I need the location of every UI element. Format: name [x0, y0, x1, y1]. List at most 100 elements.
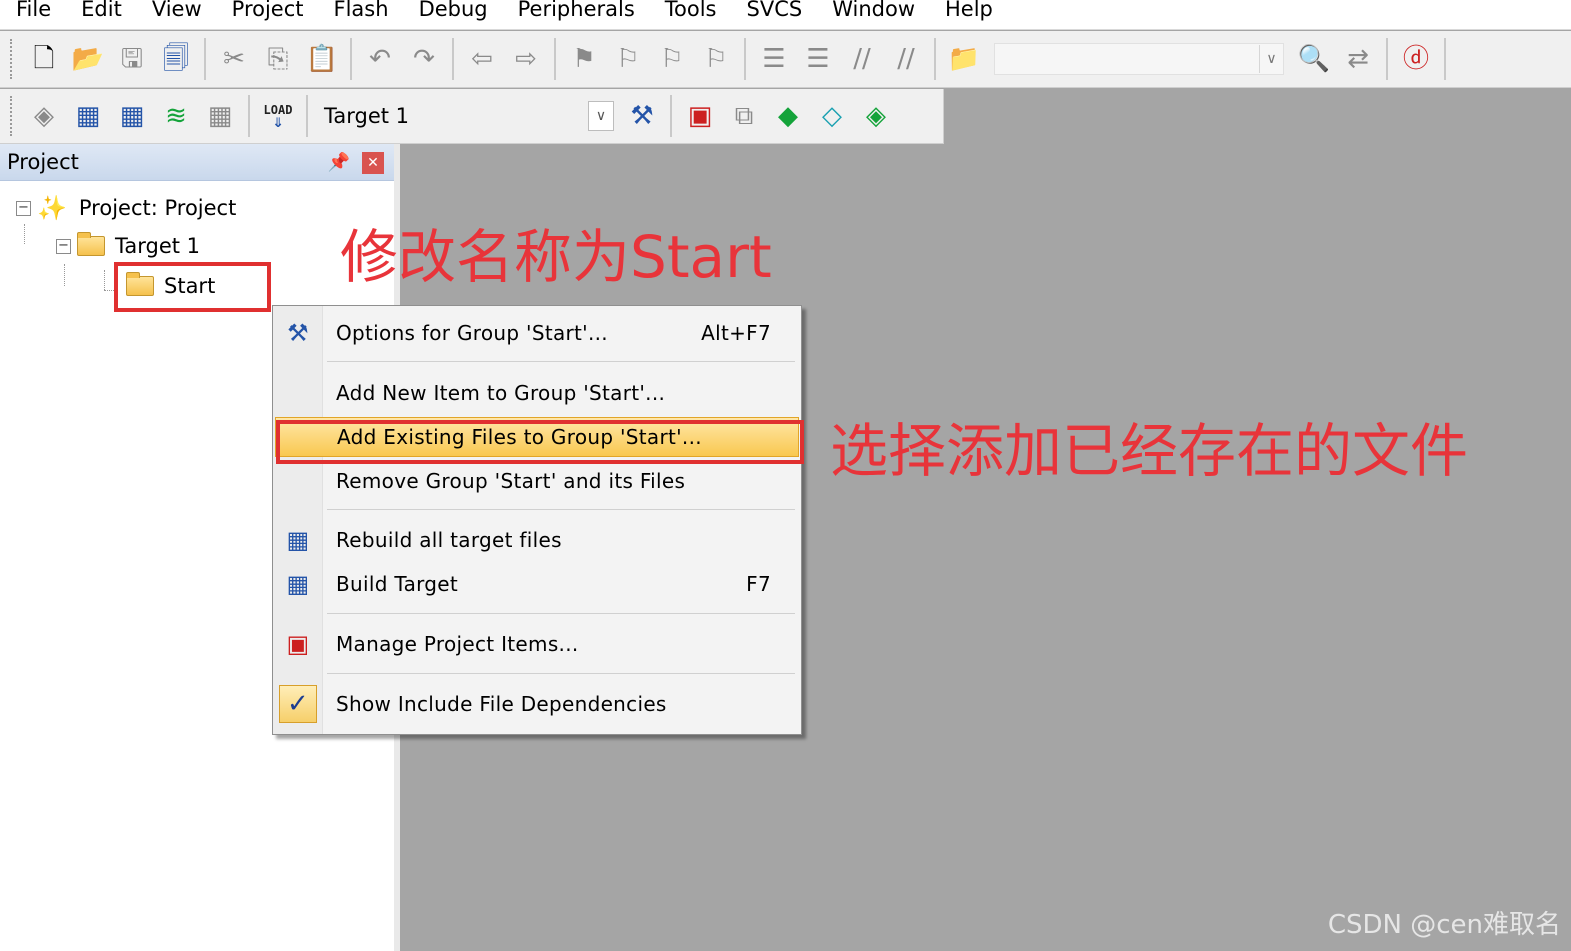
project-panel-header: Project 📌 ✕: [0, 144, 394, 181]
tree-line: [104, 270, 105, 290]
menu-item-manage-project-items[interactable]: ▣ Manage Project Items...: [273, 624, 801, 664]
add-existing-highlight-box: [276, 420, 804, 464]
menu-window[interactable]: Window: [832, 0, 915, 20]
indent-icon[interactable]: ☰: [752, 37, 796, 81]
menu-item-rebuild-all[interactable]: ▦ Rebuild all target files: [273, 520, 801, 560]
chevron-down-icon[interactable]: ∨: [1259, 45, 1283, 73]
tree-item-label: Project: Project: [78, 196, 237, 220]
menu-file[interactable]: File: [16, 0, 51, 20]
manage-rte-icon[interactable]: ◇: [810, 94, 854, 138]
start-highlight-box: [114, 262, 271, 312]
search-combo[interactable]: ∨: [994, 43, 1284, 75]
annotation-select-existing: 选择添加已经存在的文件: [830, 417, 1469, 485]
menu-separator: [327, 361, 795, 362]
menu-svcs[interactable]: SVCS: [747, 0, 803, 20]
menu-bar: File Edit View Project Flash Debug Perip…: [0, 0, 1571, 30]
manage-project-icon[interactable]: ▣: [678, 94, 722, 138]
toolbar-separator: [306, 95, 308, 137]
software-packs-icon[interactable]: ◈: [854, 94, 898, 138]
select-packs-icon[interactable]: ⧉: [722, 94, 766, 138]
menu-help[interactable]: Help: [945, 0, 993, 20]
menu-item-options-for-group[interactable]: ⚒ Options for Group 'Start'... Alt+F7: [273, 313, 801, 353]
pin-icon[interactable]: 📌: [328, 152, 350, 173]
menu-project[interactable]: Project: [232, 0, 304, 20]
chevron-down-icon[interactable]: ∨: [588, 101, 614, 131]
target-options-icon[interactable]: ⚒: [620, 94, 664, 138]
rebuild-icon[interactable]: ▦: [110, 94, 154, 138]
build-icon[interactable]: ▦: [66, 94, 110, 138]
options-wand-icon: ⚒: [287, 319, 309, 347]
bookmark-prev-icon[interactable]: ⚐: [606, 37, 650, 81]
menu-view[interactable]: View: [152, 0, 202, 20]
copy-icon[interactable]: ⎘: [256, 37, 300, 81]
open-folder-icon[interactable]: 📂: [66, 37, 110, 81]
menu-debug[interactable]: Debug: [419, 0, 488, 20]
bookmark-icon[interactable]: ⚑: [562, 37, 606, 81]
checkmark-icon: ✓: [273, 684, 323, 724]
toolbar-separator: [248, 95, 250, 137]
menu-flash[interactable]: Flash: [334, 0, 389, 20]
comment-icon[interactable]: //: [840, 37, 884, 81]
find-in-files-icon[interactable]: 📁: [942, 37, 986, 81]
rebuild-icon: ▦: [286, 526, 310, 554]
load-icon[interactable]: LOAD ⇓: [256, 94, 300, 138]
pack-installer-icon[interactable]: ◆: [766, 94, 810, 138]
menu-item-label: Add New Item to Group 'Start'...: [336, 381, 666, 405]
menu-item-shortcut: Alt+F7: [701, 321, 771, 345]
menu-peripherals[interactable]: Peripherals: [518, 0, 635, 20]
toolbar-separator: [204, 38, 206, 80]
cut-icon[interactable]: ✂: [212, 37, 256, 81]
blank-icon: [273, 461, 323, 501]
menu-item-show-include-deps[interactable]: ✓ Show Include File Dependencies: [273, 684, 801, 724]
menu-item-remove-group[interactable]: Remove Group 'Start' and its Files: [273, 461, 801, 501]
save-all-icon[interactable]: 🗐: [154, 37, 198, 81]
menu-item-build-target[interactable]: ▦ Build Target F7: [273, 564, 801, 604]
translate-icon[interactable]: ◈: [22, 94, 66, 138]
toolbar-separator: [554, 38, 556, 80]
annotation-rename: 修改名称为Start: [340, 223, 772, 291]
blank-icon: [273, 373, 323, 413]
menu-item-label: Show Include File Dependencies: [336, 692, 667, 716]
toolbar-separator: [1444, 38, 1446, 80]
build-toolbar: ◈ ▦ ▦ ≋ ▦ LOAD ⇓ Target 1 ∨ ⚒ ▣ ⧉ ◆ ◇ ◈: [0, 89, 944, 144]
target-select[interactable]: Target 1 ∨: [314, 98, 614, 134]
close-icon[interactable]: ✕: [362, 152, 384, 174]
tree-item-project[interactable]: − ✨ Project: Project: [16, 194, 236, 222]
batch-build-icon[interactable]: ≋: [154, 94, 198, 138]
back-icon[interactable]: ⇦: [460, 37, 504, 81]
file-toolbar: 🗋 📂 🖫 🗐 ✂ ⎘ 📋 ↶ ↷ ⇦ ⇨ ⚑ ⚐ ⚐ ⚐ ☰ ☰ // // …: [0, 31, 1571, 88]
tree-item-label: Target 1: [115, 234, 201, 258]
collapse-icon[interactable]: −: [16, 200, 31, 216]
menu-edit[interactable]: Edit: [81, 0, 122, 20]
bookmark-clear-icon[interactable]: ⚐: [694, 37, 738, 81]
toolbar-grip[interactable]: [10, 96, 14, 136]
find-icon[interactable]: 🔍: [1292, 37, 1336, 81]
menu-item-label: Build Target: [336, 572, 459, 596]
uncomment-icon[interactable]: //: [884, 37, 928, 81]
incremental-find-icon[interactable]: ⇄: [1336, 37, 1380, 81]
save-icon[interactable]: 🖫: [110, 37, 154, 81]
menu-item-shortcut: F7: [746, 572, 771, 596]
toolbar-separator: [1386, 38, 1388, 80]
menu-item-add-new-item[interactable]: Add New Item to Group 'Start'...: [273, 373, 801, 413]
folder-open-icon: [77, 232, 105, 256]
stop-build-icon[interactable]: ▦: [198, 94, 242, 138]
tree-item-target[interactable]: − Target 1: [56, 232, 201, 258]
unindent-icon[interactable]: ☰: [796, 37, 840, 81]
redo-icon[interactable]: ↷: [402, 37, 446, 81]
forward-icon[interactable]: ⇨: [504, 37, 548, 81]
toolbar-grip[interactable]: [10, 39, 14, 79]
collapse-icon[interactable]: −: [56, 238, 71, 254]
project-icon: ✨: [37, 194, 67, 222]
toolbar-separator: [350, 38, 352, 80]
tree-line: [64, 264, 65, 286]
debug-icon[interactable]: ⓓ: [1394, 37, 1438, 81]
menu-separator: [327, 673, 795, 674]
menu-tools[interactable]: Tools: [665, 0, 717, 20]
undo-icon[interactable]: ↶: [358, 37, 402, 81]
toolbar-separator: [744, 38, 746, 80]
paste-icon[interactable]: 📋: [300, 37, 344, 81]
context-menu: ⚒ Options for Group 'Start'... Alt+F7 Ad…: [272, 305, 802, 735]
bookmark-next-icon[interactable]: ⚐: [650, 37, 694, 81]
new-file-icon[interactable]: 🗋: [22, 37, 66, 81]
